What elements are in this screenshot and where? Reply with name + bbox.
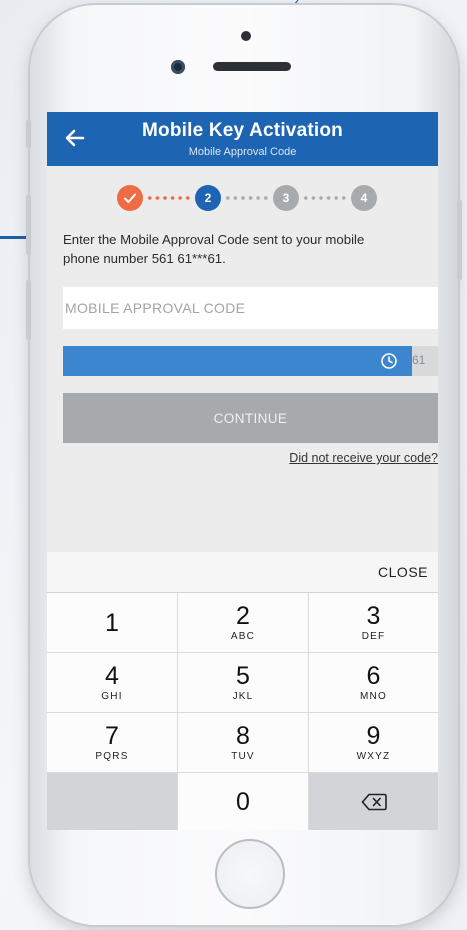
front-camera	[171, 60, 185, 74]
key-8[interactable]: 8 TUV	[178, 713, 308, 772]
phone-frame: Mobile Key Activation Mobile Approval Co…	[26, 5, 462, 925]
clock-icon	[380, 352, 398, 370]
numeric-keypad: CLOSE 1 2 ABC 3 DEF 4 GHI 5 JKL 6 MNO 7 …	[47, 552, 438, 830]
continue-button[interactable]: CONTINUE	[63, 393, 438, 443]
approval-code-input[interactable]	[63, 287, 438, 329]
key-4[interactable]: 4 GHI	[47, 653, 177, 712]
step-1-done	[117, 185, 143, 211]
step-connector-2	[224, 196, 270, 200]
key-1[interactable]: 1	[47, 593, 177, 652]
instruction-line-2: phone number 561 61***61.	[63, 251, 226, 266]
key-6[interactable]: 6 MNO	[309, 653, 438, 712]
power-button	[457, 200, 462, 280]
keypad-toolbar: CLOSE	[47, 552, 438, 593]
key-9[interactable]: 9 WXYZ	[309, 713, 438, 772]
step-2-active: 2	[195, 185, 221, 211]
mute-switch	[26, 120, 31, 148]
instruction-text: Enter the Mobile Approval Code sent to y…	[63, 230, 423, 268]
page-title: Mobile Key Activation	[142, 120, 343, 141]
instruction-line-1: Enter the Mobile Approval Code sent to y…	[63, 232, 365, 247]
step-connector-3	[302, 196, 348, 200]
app-header: Mobile Key Activation Mobile Approval Co…	[47, 112, 438, 166]
backspace-key[interactable]	[309, 773, 438, 830]
step-4: 4	[351, 185, 377, 211]
key-7[interactable]: 7 PQRS	[47, 713, 177, 772]
key-2[interactable]: 2 ABC	[178, 593, 308, 652]
step-connector-1	[146, 196, 192, 200]
sensor-dot	[241, 31, 251, 41]
earpiece-speaker	[213, 62, 291, 71]
progress-stepper: 2 3 4	[117, 185, 377, 213]
volume-down-button	[26, 280, 31, 340]
timer-countdown: 61	[412, 353, 426, 367]
step-3: 3	[273, 185, 299, 211]
key-blank	[47, 773, 177, 830]
volume-up-button	[26, 195, 31, 255]
checkmark-icon	[124, 193, 136, 203]
key-0[interactable]: 0	[178, 773, 308, 830]
backspace-icon	[361, 793, 387, 810]
home-button[interactable]	[215, 839, 285, 909]
page-subtitle: Mobile Approval Code	[188, 146, 297, 158]
key-5[interactable]: 5 JKL	[178, 653, 308, 712]
phone-screen: Mobile Key Activation Mobile Approval Co…	[47, 112, 438, 830]
timer-progress-fill	[63, 346, 412, 376]
code-timer: 61	[63, 346, 438, 376]
close-keypad-button[interactable]: CLOSE	[378, 564, 428, 580]
resend-code-link[interactable]: Did not receive your code?	[289, 451, 438, 465]
key-3[interactable]: 3 DEF	[309, 593, 438, 652]
